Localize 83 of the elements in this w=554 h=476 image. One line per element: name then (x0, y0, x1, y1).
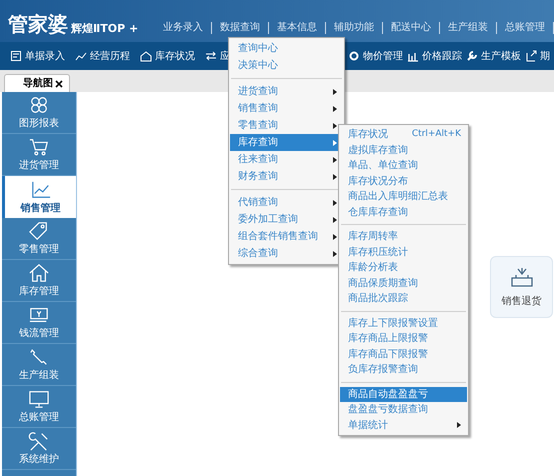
menu-item[interactable]: 库龄分析表 (340, 260, 467, 276)
menu-item[interactable]: 零售查询 (230, 117, 343, 134)
tools-icon (28, 431, 50, 451)
menu-bar-item[interactable]: 数据查询 (212, 22, 269, 34)
menu-item[interactable]: 库存周转率 (340, 229, 467, 244)
bar-chart-icon (407, 50, 419, 62)
menu-item[interactable]: 负库存报警查询 (340, 362, 467, 378)
sidebar-item[interactable]: 零售管理 (2, 218, 76, 260)
menu-item[interactable]: 决策中心 (230, 57, 343, 74)
submenu-arrow-icon (333, 174, 337, 180)
menu-item[interactable]: 虚拟库存查询 (340, 142, 467, 158)
toolbar-button[interactable]: 物价管理 (348, 48, 403, 64)
menu-item[interactable]: 库存商品上限报警 (340, 331, 467, 346)
menu-item[interactable]: 商品自动盘盈盘亏 (340, 386, 467, 402)
menu-bar-item[interactable]: 辅助功能 (326, 22, 383, 34)
submenu-arrow-icon (457, 422, 461, 428)
shortcut-text: Ctrl+Alt+K (412, 128, 461, 141)
menu-item[interactable]: 查询中心 (230, 40, 343, 57)
menu-item[interactable]: 库存商品下限报警 (340, 346, 467, 362)
menu-item[interactable]: 库存上下限报警设置 (340, 316, 467, 331)
sidebar-item[interactable]: 生产组装 (2, 344, 76, 386)
submenu-arrow-icon (333, 234, 337, 240)
toolbar-button[interactable]: 库存状况 (140, 48, 195, 64)
submenu-arrow-icon (333, 122, 337, 128)
sidebar-item[interactable]: 图形报表 (2, 92, 76, 134)
external-link-icon (525, 50, 537, 62)
navigation-tab[interactable]: 导航图 (4, 74, 70, 92)
menu-item[interactable]: 商品批次跟踪 (340, 291, 467, 306)
sidebar-item[interactable]: 系统维护 (2, 428, 76, 470)
menu-item[interactable]: 综合查询 (230, 245, 343, 262)
card-label: 销售退货 (502, 294, 542, 308)
submenu-arrow-icon (333, 250, 337, 256)
cart-icon (28, 137, 50, 157)
menu-item[interactable]: 库存状况分布 (340, 174, 467, 189)
monitor-icon (28, 389, 50, 409)
submenu-arrow-icon (333, 88, 337, 94)
sidebar-item[interactable]: 总账管理 (2, 386, 76, 428)
toolbar-button[interactable]: 经营历程 (75, 48, 130, 64)
menu-item[interactable]: 仓库库存查询 (340, 204, 467, 220)
house-icon (28, 263, 50, 283)
menu-item[interactable]: 单据统计 (340, 418, 467, 433)
tag-icon (28, 221, 50, 241)
return-box-icon (510, 266, 534, 288)
document-icon (10, 50, 22, 62)
chart-line-icon (75, 50, 87, 62)
chart-line-icon (30, 180, 52, 200)
toolbar-button[interactable]: 价格跟踪 (407, 48, 462, 64)
sidebar-item[interactable]: 钱流管理 (2, 302, 76, 344)
menu-item[interactable]: 商品保质期查询 (340, 276, 467, 291)
sidebar-item[interactable]: 库存管理 (2, 260, 76, 302)
circles-icon (28, 95, 50, 115)
house-icon (140, 50, 152, 62)
toolbar-button[interactable]: 单据录入 (10, 48, 65, 64)
menu-item[interactable]: 库存状况 Ctrl+Alt+K (340, 127, 467, 142)
arrows-icon (205, 50, 217, 62)
menu-item[interactable]: 单品、单位查询 (340, 158, 467, 174)
menu-item[interactable]: 进货查询 (230, 83, 343, 100)
toolbar-button[interactable]: 生产模板 (466, 48, 521, 64)
menu-item[interactable]: 盘盈盘亏数据查询 (340, 402, 467, 418)
toolbar-button[interactable]: 期 (525, 48, 550, 64)
menu-item[interactable]: 销售查询 (230, 100, 343, 117)
sales-return-card[interactable]: 销售退货 (490, 256, 553, 318)
menu-item[interactable]: 财务查询 (230, 168, 343, 185)
menu-bar-item[interactable]: 基本信息 (269, 22, 326, 34)
submenu-arrow-icon (333, 106, 337, 112)
logo-edition: 辉煌ⅡTOP + (71, 23, 138, 34)
menu-item[interactable]: 往来查询 (230, 151, 343, 168)
menu-item[interactable]: 委外加工查询 (230, 211, 343, 228)
menu-bar-item[interactable]: 总账管理 (497, 22, 554, 34)
close-icon[interactable] (55, 80, 63, 88)
submenu-arrow-icon (333, 200, 337, 206)
menu-item[interactable]: 组合套件销售查询 (230, 228, 343, 245)
menu-item[interactable]: 商品出入库明细汇总表 (340, 189, 467, 204)
menu-item[interactable]: 代销查询 (230, 194, 343, 211)
logo-brand: 管家婆 (8, 14, 68, 34)
menu-bar-item[interactable]: 配送中心 (383, 22, 440, 34)
banknote-icon (28, 305, 50, 325)
submenu-arrow-icon (333, 156, 337, 162)
submenu-arrow-icon (333, 216, 337, 222)
menu-bar-item[interactable]: 生产组装 (440, 22, 497, 34)
menu-item[interactable]: 库存积压统计 (340, 244, 467, 260)
menu-bar-item[interactable]: 业务录入 (155, 22, 212, 34)
sidebar-item[interactable]: 销售管理 (2, 176, 76, 218)
